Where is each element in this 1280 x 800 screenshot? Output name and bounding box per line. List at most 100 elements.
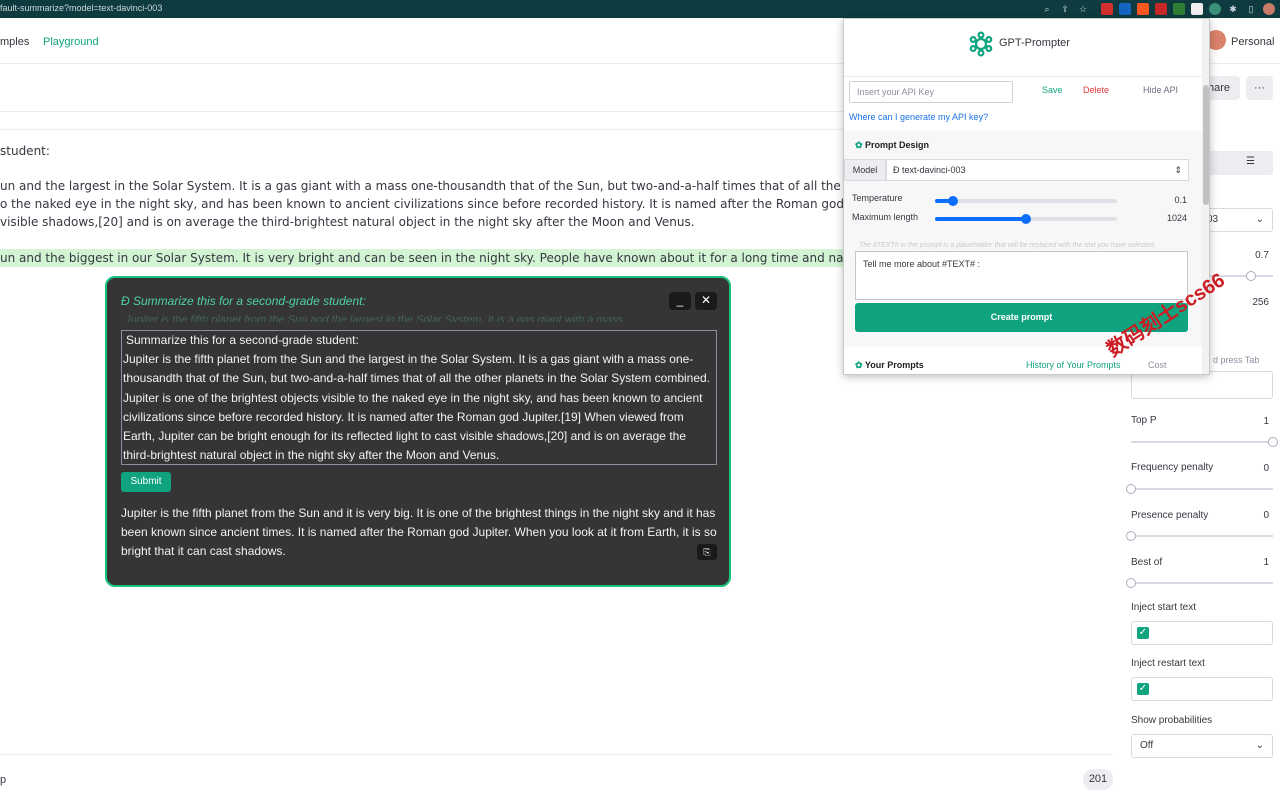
presence-penalty-value: 0 [1263,510,1269,521]
star-icon[interactable]: ☆ [1077,3,1089,15]
your-prompts-header: ✿ Your Prompts [855,360,924,371]
editor-line[interactable]: un and the largest in the Solar System. … [0,179,939,193]
max-length-slider[interactable] [935,214,1117,224]
nav-examples[interactable]: mples [0,36,29,48]
checkbox-checked-icon[interactable]: ✓ [1137,627,1149,639]
show-probabilities-select[interactable]: Off ⌄ [1131,734,1273,758]
footer-text: p [0,774,7,786]
editor-line[interactable]: student: [0,144,50,158]
summary-result: Jupiter is the fifth planet from the Sun… [121,506,717,559]
gear-icon: ✿ [855,140,866,150]
prompt-textarea[interactable]: Summarize this for a second-grade studen… [121,330,717,465]
extension-icon-3[interactable] [1137,3,1149,15]
close-button[interactable]: ✕ [695,292,717,310]
best-of-value: 1 [1263,557,1269,568]
extension-title: GPT-Prompter [999,37,1070,49]
stop-sequence-hint: d press Tab [1213,355,1260,365]
inject-start-label: Inject start text [1131,602,1197,613]
token-count: 201 [1083,769,1113,790]
prompt-design-title: Prompt Design [865,140,930,150]
max-length-label: Maximum length [852,212,919,222]
history-link[interactable]: History of Your Prompts [1026,360,1121,370]
extension-icon-4[interactable] [1155,3,1167,15]
puzzle-icon[interactable]: ✱ [1227,3,1239,15]
model-icon: Ð [893,165,902,175]
delete-button[interactable]: Delete [1083,85,1109,95]
prompt-instruction: Summarize this for a second-grade studen… [126,333,359,347]
best-of-slider[interactable] [1126,578,1273,588]
show-probabilities-label: Show probabilities [1131,715,1213,726]
slider-thumb[interactable] [1268,437,1278,447]
nav-playground[interactable]: Playground [43,36,99,48]
submit-button[interactable]: Submit [121,472,171,492]
editor-line[interactable]: o the naked eye in the night sky, and ha… [0,197,945,211]
temperature-slider[interactable] [935,196,1117,206]
model-row: Model Ð text-davinci-003 ⇕ [844,159,1189,181]
frequency-penalty-slider[interactable] [1126,484,1273,494]
inject-restart-input[interactable]: ✓ [1131,677,1273,701]
sidebar-icon[interactable]: ▯ [1245,3,1257,15]
frequency-penalty-label: Frequency penalty [1131,462,1214,473]
completion-text[interactable]: un and the biggest in our Solar System. … [0,251,950,265]
zoom-icon[interactable]: ⌕ [1041,3,1053,15]
editor-line[interactable]: visible shadows,[20] and is on average t… [0,215,695,229]
temperature-value: 0.7 [1255,250,1269,261]
hide-api-button[interactable]: Hide API [1143,85,1178,95]
prompt-body: Jupiter is the fifth planet from the Sun… [123,352,711,463]
top-p-label: Top P [1131,415,1157,426]
save-button[interactable]: Save [1042,85,1063,95]
top-p-slider[interactable] [1131,437,1278,447]
placeholder-hint: The #TEXT# in the prompt is a placeholde… [859,242,1156,249]
minimize-button[interactable]: _ [669,292,691,310]
popup-ghost-text: Jupiter is the fifth planet from the Sun… [125,314,623,322]
slider-thumb[interactable] [1126,578,1136,588]
inject-start-input[interactable]: ✓ [1131,621,1273,645]
slider-thumb[interactable] [1021,214,1031,224]
slider-thumb[interactable] [1126,484,1136,494]
address-bar[interactable]: fault-summarize?model=text-davinci-003 [0,3,162,13]
chevron-down-icon: ⌄ [1255,214,1264,225]
edit-mode-icon: ☰ [1246,156,1255,167]
api-key-help-link[interactable]: Where can I generate my API key? [849,112,988,122]
gpt-logo-icon: Ð [121,294,133,308]
profile-icon[interactable] [1263,3,1275,15]
popup-title-text: Summarize this for a second-grade studen… [133,294,366,308]
scrollbar-thumb[interactable] [1203,85,1209,205]
divider [844,76,1209,77]
model-label: Model [844,159,886,181]
api-key-input[interactable]: Insert your API Key [849,81,1013,103]
account-menu[interactable]: Personal [1231,36,1274,48]
model-select[interactable]: Ð text-davinci-003 ⇕ [886,159,1189,181]
prompt-design-header: ✿ Prompt Design [855,140,929,151]
extension-icon-5[interactable] [1173,3,1185,15]
frequency-penalty-value: 0 [1263,463,1269,474]
more-button[interactable]: ··· [1246,76,1273,100]
show-probabilities-value: Off [1140,740,1154,751]
stop-sequence-input[interactable] [1131,371,1273,399]
temperature-label: Temperature [852,193,903,203]
slider-thumb[interactable] [1126,531,1136,541]
presence-penalty-slider[interactable] [1126,531,1273,541]
summary-popup: Ð Summarize this for a second-grade stud… [105,276,731,587]
share-icon[interactable]: ⇪ [1059,3,1071,15]
slider-thumb[interactable] [1245,271,1256,281]
prompt-template-input[interactable]: Tell me more about #TEXT# : [855,251,1188,300]
gpt-prompter-logo-icon [969,31,993,57]
chevron-updown-icon: ⇕ [1174,165,1182,175]
inject-restart-label: Inject restart text [1131,658,1205,669]
best-of-label: Best of [1131,557,1163,568]
extension-icon-6[interactable] [1191,3,1203,15]
extension-icon-2[interactable] [1119,3,1131,15]
extension-icon-1[interactable] [1101,3,1113,15]
temperature-value: 0.1 [1174,195,1187,205]
chevron-down-icon: ⌄ [1255,740,1264,751]
top-p-value: 1 [1263,416,1269,427]
cost-label: Cost [1148,360,1167,370]
browser-toolbar: fault-summarize?model=text-davinci-003 ⌕… [0,0,1280,18]
max-length-value: 1024 [1166,213,1187,223]
gpt-prompter-extension-icon[interactable] [1209,3,1221,15]
divider [0,754,1113,755]
checkbox-checked-icon[interactable]: ✓ [1137,683,1149,695]
slider-fill [935,217,1026,221]
copy-icon[interactable]: ⎘ [697,544,717,560]
